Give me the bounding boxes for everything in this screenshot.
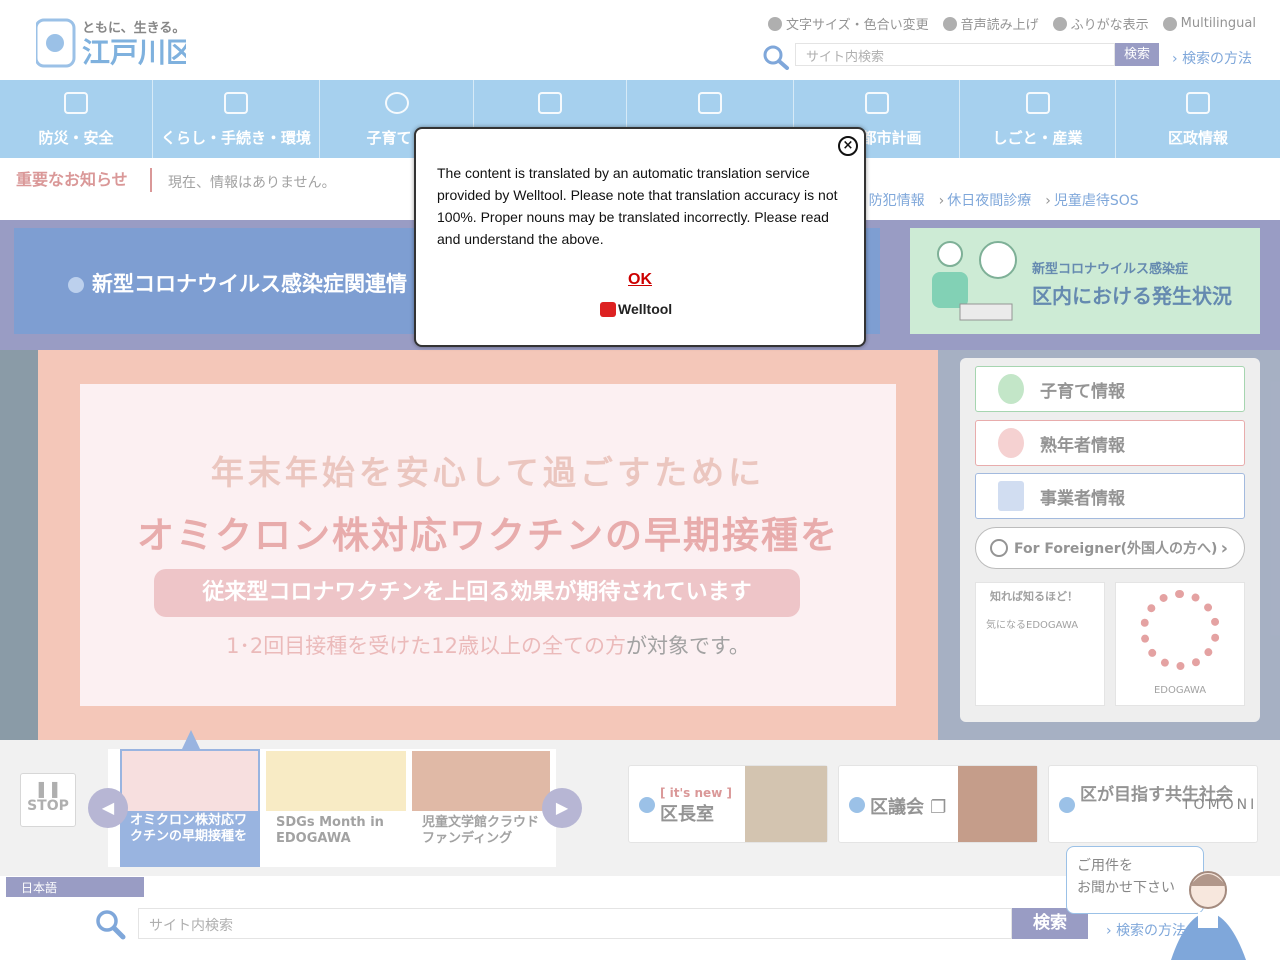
heart-icon [600, 301, 616, 317]
welltool-logo: Welltool [600, 301, 672, 317]
close-icon[interactable]: × [838, 136, 858, 156]
translation-notice-text: The content is translated by an automati… [437, 165, 838, 247]
ok-button[interactable]: OK [414, 271, 866, 289]
